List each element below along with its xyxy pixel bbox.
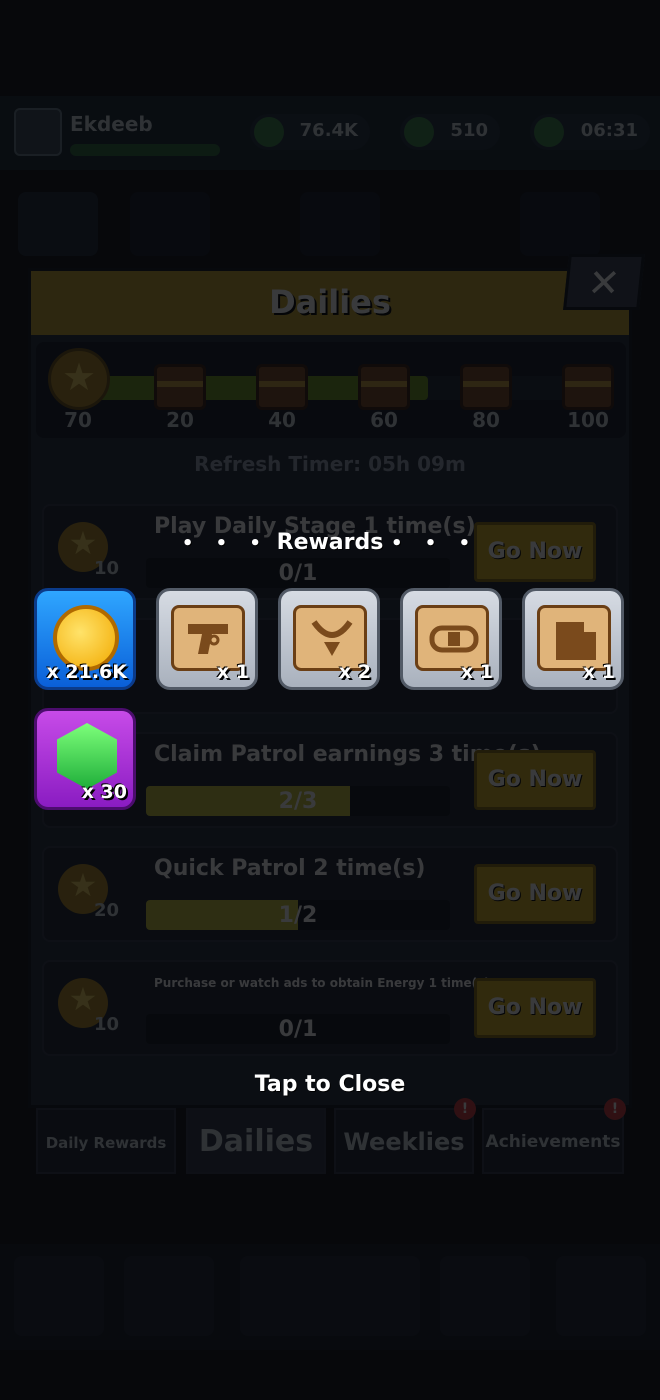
green-gem-icon xyxy=(57,723,117,789)
dots-decoration: • • • xyxy=(181,533,269,554)
rewards-overlay[interactable] xyxy=(0,0,660,1400)
reward-item[interactable]: x 1 xyxy=(400,588,502,690)
reward-quantity: x 1 xyxy=(582,661,615,683)
reward-quantity: x 1 xyxy=(216,661,249,683)
reward-item[interactable]: x 1 xyxy=(522,588,624,690)
tap-to-close-label[interactable]: Tap to Close xyxy=(0,1072,660,1097)
reward-quantity: x 30 xyxy=(81,781,127,803)
reward-quantity: x 1 xyxy=(460,661,493,683)
rewards-title: • • • Rewards • • • xyxy=(0,530,660,555)
rewards-title-text: Rewards xyxy=(276,530,384,555)
reward-quantity: x 21.6K xyxy=(46,661,127,683)
reward-quantity: x 2 xyxy=(338,661,371,683)
dots-decoration: • • • xyxy=(391,533,479,554)
reward-item[interactable]: x 21.6K xyxy=(34,588,136,690)
reward-item[interactable]: x 30 xyxy=(34,708,136,810)
reward-item[interactable]: x 2 xyxy=(278,588,380,690)
reward-item[interactable]: x 1 xyxy=(156,588,258,690)
